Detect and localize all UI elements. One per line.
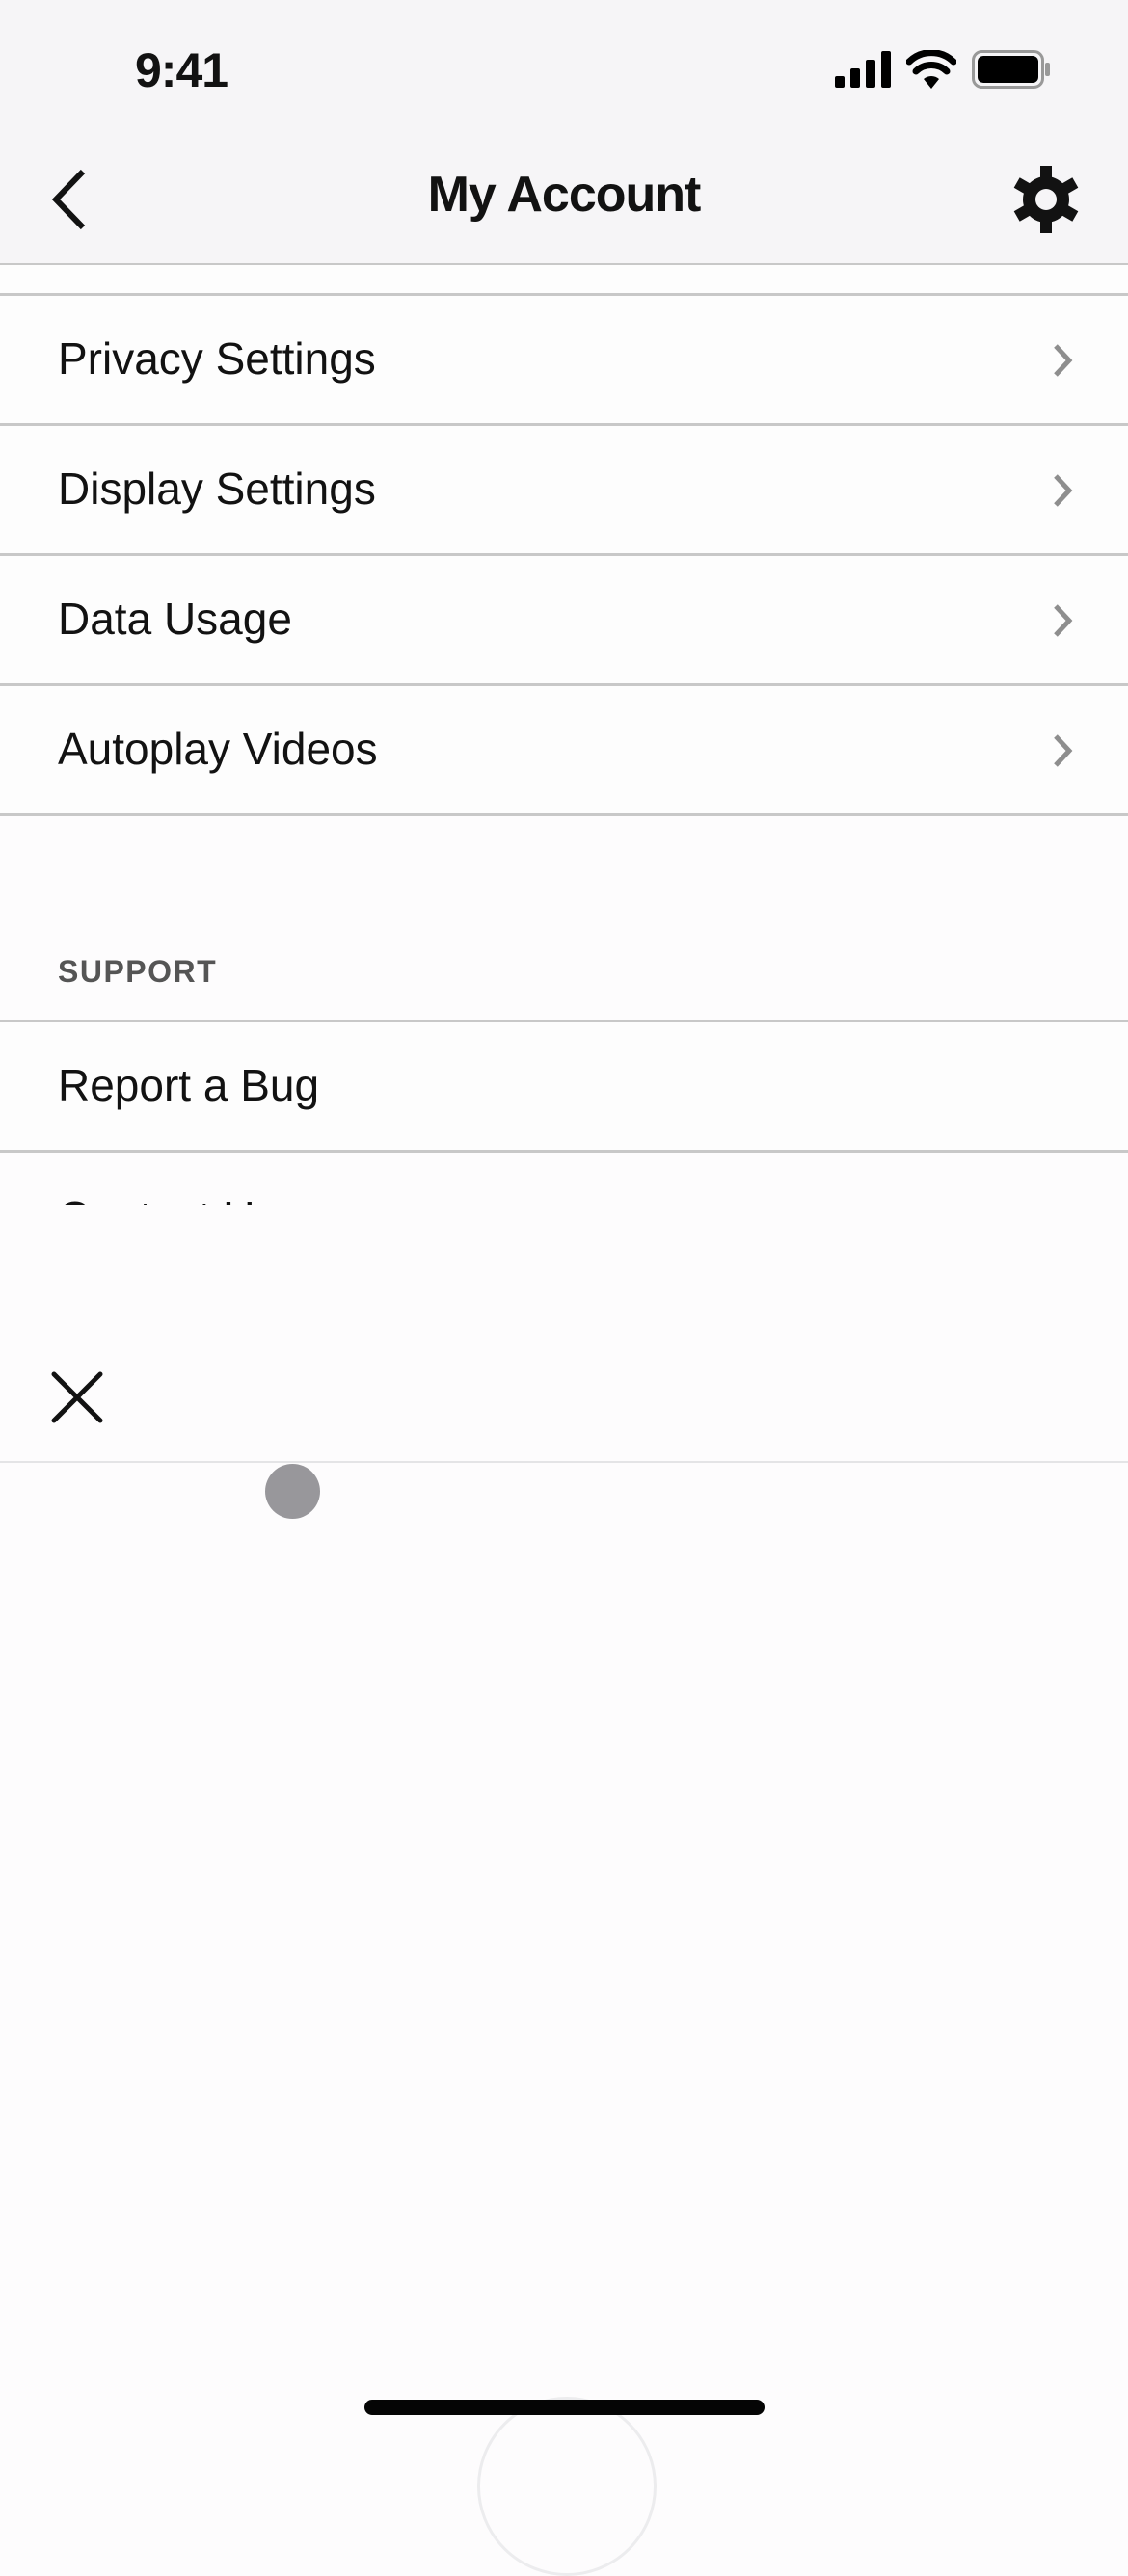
- chevron-right-icon: [1054, 604, 1073, 637]
- list-item-label: Display Settings: [58, 464, 376, 514]
- list-item-label: Data Usage: [58, 594, 292, 644]
- navigation-header: 9:41 My Account: [0, 0, 1128, 265]
- list-item-display-settings[interactable]: Display Settings: [0, 426, 1128, 556]
- list-item-data-usage[interactable]: Data Usage: [0, 556, 1128, 686]
- status-icons: [835, 50, 1051, 89]
- home-indicator[interactable]: [364, 2400, 765, 2415]
- list-item-label: Autoplay Videos: [58, 724, 378, 774]
- home-arc-decoration: [477, 2397, 657, 2576]
- support-list: Report a Bug: [0, 1020, 1128, 1153]
- list-item-autoplay-videos[interactable]: Autoplay Videos: [0, 686, 1128, 816]
- list-item-privacy-settings[interactable]: Privacy Settings: [0, 296, 1128, 426]
- close-icon[interactable]: [50, 1370, 104, 1424]
- chevron-right-icon: [1054, 344, 1073, 377]
- list-item-partial: [0, 265, 1128, 296]
- list-item-report-a-bug[interactable]: Report a Bug: [0, 1022, 1128, 1153]
- gear-icon[interactable]: [1012, 166, 1080, 233]
- sheet-header: [0, 1205, 1128, 1463]
- list-item-label: Contact Us: [58, 1191, 278, 1205]
- chevron-right-icon: [1054, 474, 1073, 507]
- cellular-signal-icon: [835, 51, 891, 88]
- list-item-label: Report a Bug: [58, 1060, 320, 1110]
- touch-indicator: [265, 1464, 320, 1519]
- page-title: My Account: [427, 167, 702, 223]
- section-header-support: SUPPORT: [58, 954, 218, 989]
- wifi-icon: [906, 50, 956, 89]
- list-item-label: Privacy Settings: [58, 333, 376, 384]
- settings-list: Privacy Settings Display Settings Data U…: [0, 265, 1128, 816]
- chevron-right-icon: [1054, 734, 1073, 767]
- battery-icon: [972, 50, 1050, 89]
- bottom-sheet: [0, 1205, 1128, 2440]
- status-time: 9:41: [135, 43, 228, 97]
- list-item-contact-us[interactable]: Contact Us: [0, 1156, 1128, 1205]
